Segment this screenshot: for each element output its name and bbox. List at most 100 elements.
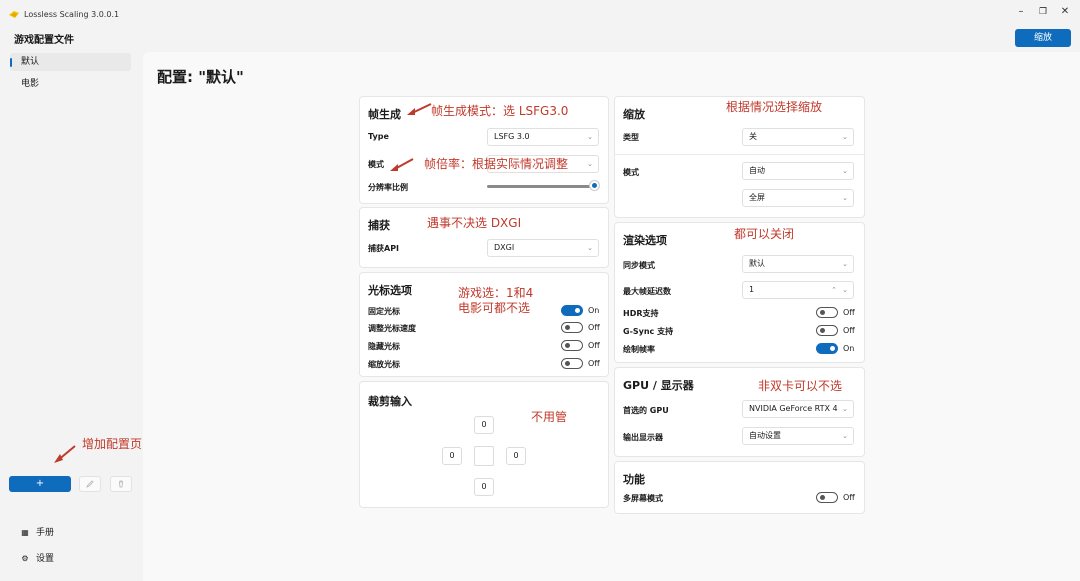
toggle-state: Off bbox=[588, 341, 600, 350]
profile-item-movie[interactable]: 电影 bbox=[10, 75, 131, 93]
mode-label: 模式 bbox=[368, 160, 384, 169]
restore-icon[interactable]: ❐ bbox=[1035, 5, 1051, 19]
scaling-fit-value: 全屏 bbox=[749, 193, 765, 202]
add-profile-button[interactable]: + bbox=[9, 476, 71, 492]
type-label: Type bbox=[368, 132, 389, 141]
preferred-gpu-label: 首选的 GPU bbox=[623, 406, 669, 415]
capture-api-label: 捕获API bbox=[368, 244, 400, 253]
scaling-type-value: 关 bbox=[749, 132, 757, 141]
book-icon: ▦ bbox=[21, 528, 29, 537]
max-latency-value: 1 bbox=[749, 285, 755, 294]
trash-icon bbox=[119, 480, 123, 488]
scaling-mode-label: 模式 bbox=[623, 168, 639, 177]
chevron-down-icon[interactable]: ⌄ bbox=[842, 282, 848, 298]
crop-top-input[interactable]: 0 bbox=[474, 416, 494, 434]
render-row-label: 绘制帧率 bbox=[623, 345, 655, 354]
output-display-select[interactable]: 自动设置 ⌄ bbox=[742, 427, 854, 445]
capture-api-select[interactable]: DXGI ⌄ bbox=[487, 239, 599, 257]
preferred-gpu-value: NVIDIA GeForce RTX 4 bbox=[749, 404, 838, 413]
multi-display-toggle[interactable] bbox=[816, 492, 838, 503]
max-latency-stepper[interactable]: 1 ⌃ ⌄ bbox=[742, 281, 854, 299]
toggle-state: Off bbox=[843, 493, 855, 502]
app-logo-icon bbox=[9, 11, 19, 18]
multi-display-label: 多屏幕模式 bbox=[623, 494, 663, 503]
render-row-label: G-Sync 支持 bbox=[623, 327, 674, 336]
sync-mode-select[interactable]: 默认 ⌄ bbox=[742, 255, 854, 273]
annotation-scaling: 根据情况选择缩放 bbox=[726, 100, 823, 114]
rename-profile-button[interactable] bbox=[79, 476, 101, 492]
scale-button[interactable]: 缩放 bbox=[1015, 29, 1071, 47]
annotation-arrow-icon bbox=[407, 103, 432, 115]
nav-settings[interactable]: ⚙ 设置 bbox=[20, 552, 54, 566]
annotation-rendering: 都可以关闭 bbox=[734, 227, 795, 241]
frame-gen-title: 帧生成 bbox=[368, 108, 401, 121]
gsync-support-toggle[interactable] bbox=[816, 325, 838, 336]
crop-title: 裁剪输入 bbox=[368, 395, 412, 408]
scaling-type-label: 类型 bbox=[623, 133, 639, 142]
annotation-arrow-icon bbox=[390, 158, 414, 171]
chevron-down-icon: ⌄ bbox=[587, 133, 593, 141]
scale-cursor-toggle[interactable] bbox=[561, 358, 583, 369]
profile-item-label: 默认 bbox=[21, 57, 40, 67]
resolution-scale-slider[interactable] bbox=[487, 185, 597, 188]
delete-profile-button[interactable] bbox=[110, 476, 132, 492]
chevron-down-icon: ⌄ bbox=[842, 432, 848, 440]
nav-manual-label: 手册 bbox=[36, 528, 55, 538]
toggle-state: Off bbox=[588, 323, 600, 332]
chevron-up-icon[interactable]: ⌃ bbox=[831, 282, 837, 298]
features-title: 功能 bbox=[623, 473, 645, 486]
crop-left-input[interactable]: 0 bbox=[442, 447, 462, 465]
annotation-cursor-2: 电影可都不选 bbox=[458, 301, 531, 315]
hdr-support-toggle[interactable] bbox=[816, 307, 838, 318]
scaling-type-select[interactable]: 关 ⌄ bbox=[742, 128, 854, 146]
toggle-state: Off bbox=[843, 308, 855, 317]
render-row-label: HDR支持 bbox=[623, 309, 659, 318]
profile-item-default[interactable]: 默认 bbox=[10, 53, 131, 71]
draw-fps-toggle[interactable] bbox=[816, 343, 838, 354]
scaling-mode-select[interactable]: 自动 ⌄ bbox=[742, 162, 854, 180]
config-title: 配置: "默认" bbox=[157, 68, 244, 86]
chevron-down-icon: ⌄ bbox=[842, 167, 848, 175]
crop-right-input[interactable]: 0 bbox=[506, 447, 526, 465]
cursor-row-label: 隐藏光标 bbox=[368, 342, 400, 351]
frame-gen-type-select[interactable]: LSFG 3.0 ⌄ bbox=[487, 128, 599, 146]
gpu-title: GPU / 显示器 bbox=[623, 379, 694, 392]
scaling-fit-select[interactable]: 全屏 ⌄ bbox=[742, 189, 854, 207]
title-bar: Lossless Scaling 3.0.0.1 – ❐ ✕ bbox=[0, 0, 1080, 28]
adjust-cursor-speed-toggle[interactable] bbox=[561, 322, 583, 333]
scaling-title: 缩放 bbox=[623, 108, 645, 121]
minimize-icon[interactable]: – bbox=[1013, 5, 1029, 19]
active-indicator bbox=[10, 58, 12, 67]
annotation-gpu: 非双卡可以不选 bbox=[758, 379, 843, 393]
resolution-scale-label: 分辨率比例 bbox=[368, 183, 408, 192]
chevron-down-icon: ⌄ bbox=[842, 133, 848, 141]
cursor-row-label: 固定光标 bbox=[368, 307, 400, 316]
annotation-crop: 不用管 bbox=[531, 410, 568, 424]
close-icon[interactable]: ✕ bbox=[1057, 5, 1073, 19]
max-latency-label: 最大帧延迟数 bbox=[623, 287, 671, 296]
crop-preview bbox=[474, 446, 494, 466]
toggle-state: Off bbox=[588, 359, 600, 368]
toggle-state: Off bbox=[843, 326, 855, 335]
lock-cursor-toggle[interactable] bbox=[561, 305, 583, 316]
hide-cursor-toggle[interactable] bbox=[561, 340, 583, 351]
page-heading: 游戏配置文件 bbox=[14, 35, 74, 46]
divider bbox=[615, 154, 864, 155]
nav-manual[interactable]: ▦ 手册 bbox=[20, 526, 54, 540]
preferred-gpu-select[interactable]: NVIDIA GeForce RTX 4 ⌄ bbox=[742, 400, 854, 418]
features-card bbox=[614, 461, 865, 514]
frame-gen-type-value: LSFG 3.0 bbox=[494, 132, 530, 141]
rendering-title: 渲染选项 bbox=[623, 234, 667, 247]
chevron-down-icon: ⌄ bbox=[842, 405, 848, 413]
nav-settings-label: 设置 bbox=[36, 554, 55, 564]
crop-bottom-input[interactable]: 0 bbox=[474, 478, 494, 496]
capture-title: 捕获 bbox=[368, 219, 390, 232]
gear-icon: ⚙ bbox=[21, 554, 29, 563]
cursor-row-label: 调整光标速度 bbox=[368, 324, 416, 333]
pencil-icon bbox=[86, 480, 94, 488]
chevron-down-icon: ⌄ bbox=[587, 160, 593, 168]
cursor-row-label: 缩放光标 bbox=[368, 360, 400, 369]
sync-mode-value: 默认 bbox=[749, 259, 765, 268]
sync-mode-label: 同步模式 bbox=[623, 261, 655, 270]
slider-thumb[interactable] bbox=[590, 181, 599, 190]
